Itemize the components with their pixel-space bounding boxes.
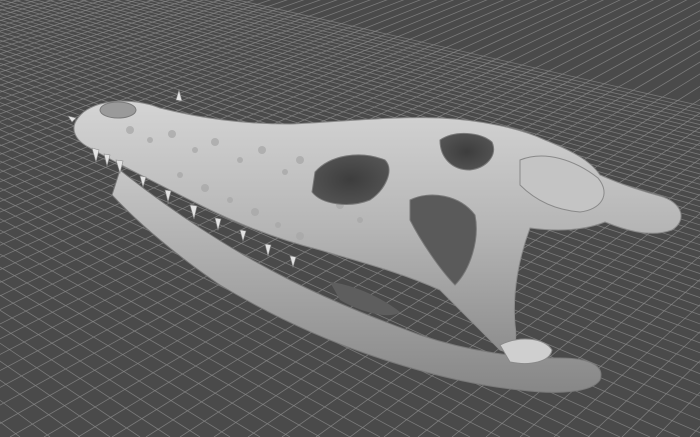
nostril-opening [99, 101, 137, 119]
alligator-skull-model[interactable] [67, 88, 682, 393]
3d-viewport[interactable] [0, 0, 700, 437]
grid-line [0, 360, 111, 437]
viewport-canvas[interactable] [0, 0, 700, 437]
